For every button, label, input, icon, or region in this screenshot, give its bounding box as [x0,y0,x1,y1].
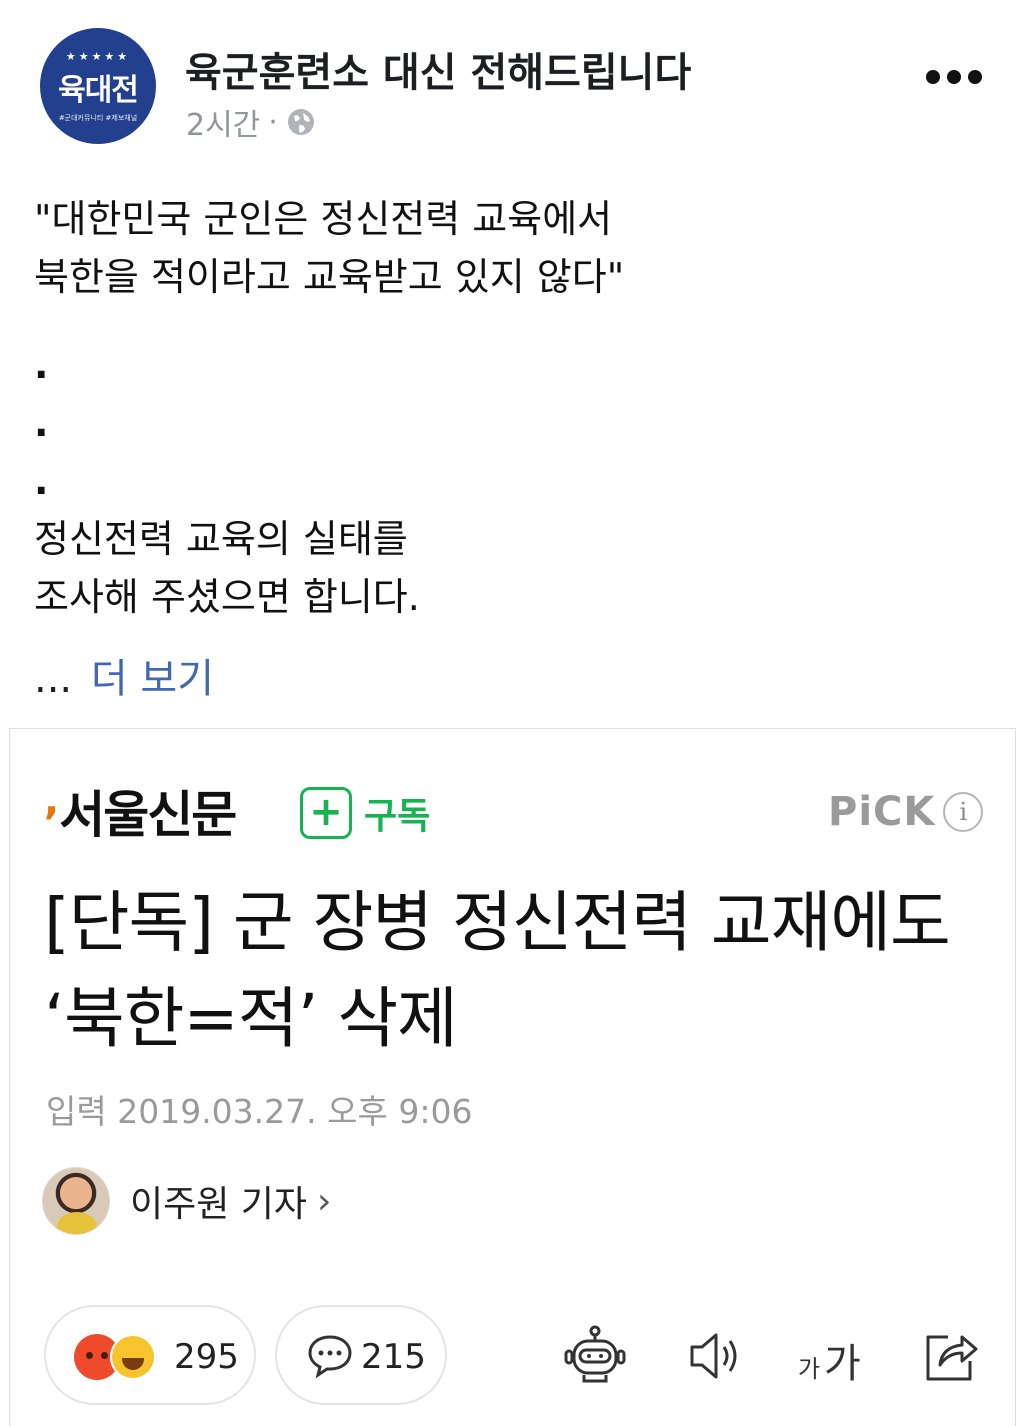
post-dot-line: . [34,401,49,445]
robot-summary-icon[interactable] [562,1323,628,1389]
action-bar: 295 215 가 가 [10,1305,1017,1415]
article-date: 입력 2019.03.27. 오후 9:06 [46,1092,473,1131]
post-dot-line: . [34,459,49,503]
reporter-avatar [42,1167,110,1235]
post-text-line: "대한민국 군인은 정신전력 교육에서 [34,197,613,241]
see-more-link[interactable]: 더 보기 [91,656,214,702]
chevron-right-icon: › [317,1180,332,1222]
plus-icon: + [300,787,352,839]
publisher-logo-mark-icon: , [44,778,59,824]
pick-badge: PiCK i [828,789,984,835]
post-meta: 2시간 · [186,100,316,144]
article-headline[interactable]: [단독] 군 장병 정신전력 교재에도 ‘북한=적’ 삭제 [44,875,994,1067]
info-icon[interactable]: i [943,792,984,832]
page-avatar[interactable]: ★★★★★ 육대전 #군대커뮤니티 #제보채널 [40,28,156,144]
meta-separator: · [268,104,278,140]
see-more-ellipsis: ... [34,656,73,702]
reaction-count: 295 [174,1337,239,1377]
more-dot [947,70,961,84]
font-size-small-glyph: 가 [798,1355,821,1383]
post-text-line: 정신전력 교육의 실태를 [34,517,408,561]
pick-label: PiCK [828,789,936,835]
page-name[interactable]: 육군훈련소 대신 전해드립니다 [185,40,691,98]
post-header: ★★★★★ 육대전 #군대커뮤니티 #제보채널 육군훈련소 대신 전해드립니다 … [0,0,1024,160]
news-card[interactable]: ,서울신문 + 구독 PiCK i [단독] 군 장병 정신전력 교재에도 ‘북… [9,728,1016,1426]
avatar-logo-text: 육대전 [58,72,139,108]
speaker-icon[interactable] [682,1323,748,1389]
comment-icon [308,1335,352,1379]
post-body: "대한민국 군인은 정신전력 교육에서 북한을 적이라고 교육받고 있지 않다"… [34,190,994,626]
see-more: ... 더 보기 [34,646,214,704]
reporter-name: 이주원 기자 [130,1184,308,1225]
share-icon[interactable] [918,1323,984,1389]
post-dot-line: . [34,343,49,387]
post-text-line: 북한을 적이라고 교육받고 있지 않다" [34,255,625,299]
font-size-big-glyph: 가 [824,1341,861,1387]
publisher-logo[interactable]: ,서울신문 [44,775,237,847]
publisher-name: 서울신문 [59,786,237,844]
more-dot [968,70,982,84]
more-options-icon[interactable] [926,62,982,92]
more-dot [926,70,940,84]
comments-button[interactable]: 215 [275,1305,447,1405]
subscribe-button[interactable]: + 구독 [300,787,430,839]
avatar-stars-icon: ★★★★★ [65,49,131,63]
avatar-subtext: #군대커뮤니티 #제보채널 [58,113,138,122]
globe-icon [287,109,314,135]
font-size-icon[interactable]: 가 가 [794,1323,864,1389]
comment-count: 215 [361,1337,426,1377]
reporter-link[interactable]: 이주원 기자 › [42,1167,331,1235]
subscribe-label: 구독 [364,796,431,837]
reactions-button[interactable]: 295 [44,1305,256,1405]
post-time[interactable]: 2시간 [186,100,260,144]
post-spacer [34,306,994,336]
post-text-line: 조사해 주셨으면 합니다. [34,575,420,619]
haha-reaction-icon [110,1334,156,1380]
